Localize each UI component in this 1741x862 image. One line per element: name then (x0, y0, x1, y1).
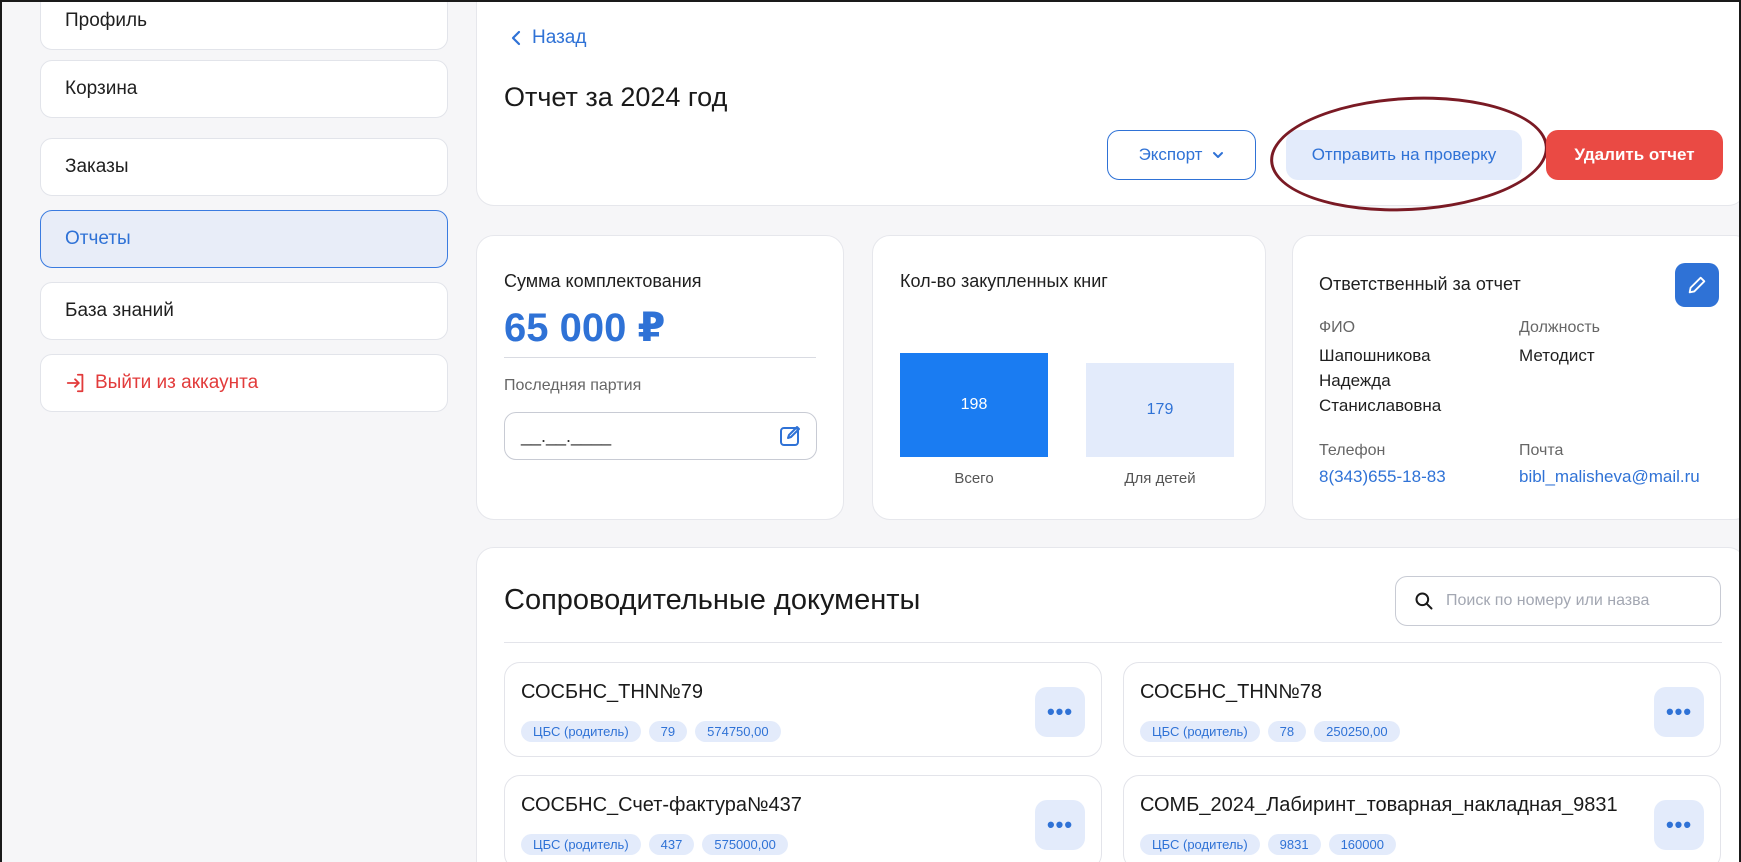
doc-tag: 250250,00 (1314, 721, 1400, 742)
books-kids-bar: 179 (1086, 363, 1234, 457)
doc-card[interactable]: СОСБНС_ТНN№79 ЦБС (родитель) 79 574750,0… (504, 662, 1102, 757)
sidebar-item-label: Заказы (65, 156, 129, 177)
chevron-down-icon (1213, 152, 1224, 158)
export-button[interactable]: Экспорт (1107, 130, 1256, 180)
doc-tag: ЦБС (родитель) (521, 834, 641, 855)
divider (504, 642, 1722, 643)
back-link[interactable]: Назад (510, 27, 586, 49)
sidebar-item-label: Отчеты (65, 228, 131, 249)
responsible-card-title: Ответственный за отчет (1319, 274, 1521, 294)
delete-report-button[interactable]: Удалить отчет (1546, 130, 1723, 180)
logout-label: Выйти из аккаунта (95, 372, 259, 393)
books-card-title: Кол-во закупленных книг (900, 271, 1108, 291)
books-kids-value: 179 (1146, 401, 1174, 418)
email-label: Почта (1519, 442, 1564, 459)
search-input[interactable] (1446, 592, 1706, 610)
doc-tag: ЦБС (родитель) (1140, 834, 1260, 855)
ellipsis-icon: ••• (1046, 812, 1074, 837)
doc-name: СОСБНС_Счет-фактура№437 (521, 794, 802, 816)
doc-card[interactable]: СОСБНС_Счет-фактура№437 ЦБС (родитель) 4… (504, 775, 1102, 862)
doc-tag: 9831 (1267, 834, 1321, 855)
doc-tag: 78 (1267, 721, 1307, 742)
sidebar-item-profile[interactable]: Профиль (40, 2, 448, 50)
sidebar-item-label: Корзина (65, 78, 138, 99)
more-options-button[interactable]: ••• (1654, 800, 1704, 850)
more-options-button[interactable]: ••• (1035, 687, 1085, 737)
doc-card[interactable]: СОСБНС_ТНN№78 ЦБС (родитель) 78 250250,0… (1123, 662, 1721, 757)
fio-line-3: Станиславовна (1319, 396, 1442, 415)
position-value: Методист (1519, 346, 1595, 365)
sum-card-title: Сумма комплектования (504, 271, 702, 291)
phone-label: Телефон (1319, 442, 1386, 459)
ellipsis-icon: ••• (1665, 699, 1693, 724)
phone-value[interactable]: 8(343)655-18-83 (1319, 467, 1446, 487)
docs-search[interactable] (1395, 576, 1721, 626)
docs-title: Сопроводительные документы (504, 584, 921, 616)
pencil-icon (1688, 276, 1706, 294)
books-total-value: 198 (960, 396, 988, 413)
fio-label: ФИО (1319, 319, 1356, 336)
sidebar-item-orders[interactable]: Заказы (40, 138, 448, 196)
sidebar-item-label: База знаний (65, 300, 174, 321)
doc-tags: ЦБС (родитель) 79 574750,00 (521, 721, 781, 742)
doc-name: СОСБНС_ТНN№78 (1140, 681, 1322, 703)
doc-tag: ЦБС (родитель) (521, 721, 641, 742)
more-options-button[interactable]: ••• (1035, 800, 1085, 850)
page-title: Отчет за 2024 год (504, 82, 728, 112)
doc-tag: 79 (648, 721, 688, 742)
doc-name: СОМБ_2024_Лабиринт_товарная_накладная_98… (1140, 794, 1618, 816)
books-kids-label: Для детей (1124, 470, 1196, 487)
position-label: Должность (1519, 319, 1600, 336)
fio-line-1: Шапошникова (1319, 346, 1431, 365)
sidebar-item-label: Профиль (65, 10, 148, 31)
sidebar-item-logout[interactable]: Выйти из аккаунта (40, 354, 448, 412)
last-batch-date-field[interactable]: __.__.____ (504, 412, 817, 460)
sidebar-item-cart[interactable]: Корзина (40, 60, 448, 118)
edit-icon[interactable] (778, 424, 802, 448)
search-icon (1415, 592, 1433, 610)
delete-label: Удалить отчет (1574, 145, 1695, 164)
doc-tag: ЦБС (родитель) (1140, 721, 1260, 742)
edit-responsible-button[interactable] (1675, 263, 1719, 307)
doc-tag: 437 (648, 834, 695, 855)
ellipsis-icon: ••• (1046, 699, 1074, 724)
doc-name: СОСБНС_ТНN№79 (521, 681, 703, 703)
books-total-label: Всего (954, 470, 994, 487)
fio-line-2: Надежда (1319, 371, 1391, 390)
doc-tags: ЦБС (родитель) 437 575000,00 (521, 834, 788, 855)
logout-icon (66, 373, 84, 393)
doc-tag: 575000,00 (702, 834, 788, 855)
chevron-left-icon (511, 30, 521, 46)
doc-tag: 574750,00 (695, 721, 781, 742)
sidebar-item-reports[interactable]: Отчеты (40, 210, 448, 268)
last-batch-label: Последняя партия (504, 377, 642, 394)
doc-tags: ЦБС (родитель) 9831 160000 (1140, 834, 1396, 855)
date-value: __.__.____ (521, 425, 612, 446)
app-frame: Профиль Корзина Заказы Отчеты База знани… (0, 0, 1741, 862)
email-value[interactable]: bibl_malisheva@mail.ru (1519, 467, 1700, 487)
sidebar-item-knowledge-base[interactable]: База знаний (40, 282, 448, 340)
sum-amount: 65 000 ₽ (504, 306, 666, 350)
ellipsis-icon: ••• (1665, 812, 1693, 837)
books-total-bar: 198 (900, 353, 1048, 457)
export-label: Экспорт (1138, 145, 1203, 164)
doc-tag: 160000 (1328, 834, 1396, 855)
more-options-button[interactable]: ••• (1654, 687, 1704, 737)
back-label: Назад (532, 27, 587, 48)
doc-tags: ЦБС (родитель) 78 250250,00 (1140, 721, 1400, 742)
divider (504, 357, 816, 358)
doc-card[interactable]: СОМБ_2024_Лабиринт_товарная_накладная_98… (1123, 775, 1721, 862)
